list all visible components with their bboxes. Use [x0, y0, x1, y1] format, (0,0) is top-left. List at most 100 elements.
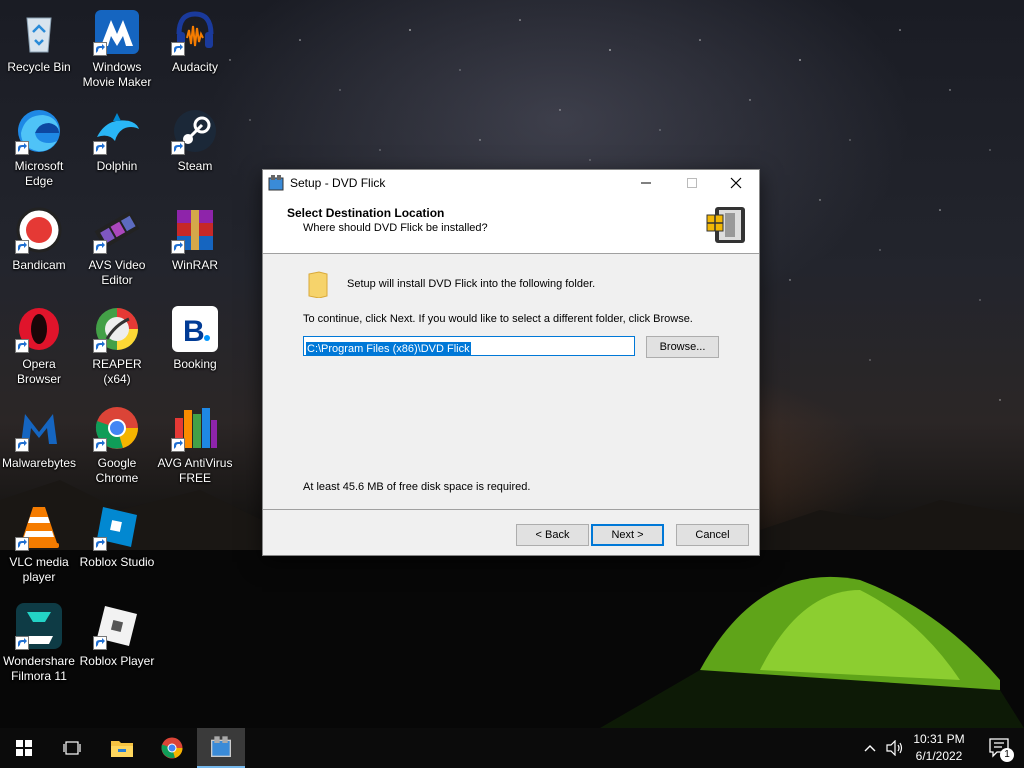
- desktop-icon-reaper[interactable]: REAPER (x64): [78, 301, 156, 397]
- show-hidden-icons-button[interactable]: [858, 728, 882, 768]
- roblox-player-icon: [93, 602, 141, 650]
- desktop-icon-bandicam[interactable]: Bandicam: [0, 202, 78, 298]
- desktop-icon-google-chrome[interactable]: Google Chrome: [78, 400, 156, 496]
- desktop-icon-malwarebytes[interactable]: Malwarebytes: [0, 400, 78, 496]
- svg-text:B: B: [183, 315, 205, 348]
- header-subtitle: Where should DVD Flick be installed?: [303, 222, 488, 234]
- shortcut-arrow-icon: [171, 438, 185, 452]
- start-button[interactable]: [0, 728, 48, 768]
- vlc-icon: [15, 503, 63, 551]
- minimize-button[interactable]: [623, 170, 669, 196]
- shortcut-arrow-icon: [93, 636, 107, 650]
- taskbar-file-explorer[interactable]: [98, 728, 146, 768]
- minimize-icon: [641, 182, 651, 184]
- notification-badge: 1: [1000, 748, 1014, 762]
- windows-logo-icon: [16, 740, 32, 756]
- shortcut-arrow-icon: [171, 141, 185, 155]
- header-title: Select Destination Location: [287, 206, 445, 220]
- desktop-icon-vlc-media-player[interactable]: VLC media player: [0, 499, 78, 595]
- file-explorer-icon: [111, 741, 133, 757]
- shortcut-arrow-icon: [93, 438, 107, 452]
- maximize-icon: [687, 178, 697, 188]
- back-button[interactable]: < Back: [516, 524, 589, 546]
- shortcut-arrow-icon: [93, 537, 107, 551]
- browse-button[interactable]: Browse...: [646, 336, 719, 358]
- install-folder-text: Setup will install DVD Flick into the fo…: [347, 278, 596, 290]
- malwarebytes-icon: [15, 404, 63, 452]
- desktop-icon-wondershare-filmora[interactable]: Wondershare Filmora 11: [0, 598, 78, 694]
- disk-space-text: At least 45.6 MB of free disk space is r…: [303, 481, 531, 493]
- audacity-icon: [171, 8, 219, 56]
- avs-video-editor-icon: [93, 206, 141, 254]
- taskbar-chrome[interactable]: [148, 728, 196, 768]
- setup-dialog: Setup - DVD Flick Select Destination Loc…: [262, 169, 760, 556]
- close-icon: [730, 177, 742, 189]
- shortcut-arrow-icon: [93, 339, 107, 353]
- desktop-icon-booking[interactable]: B Booking: [156, 301, 234, 397]
- task-view-button[interactable]: [48, 728, 96, 768]
- desktop-icon-recycle-bin[interactable]: Recycle Bin: [0, 4, 78, 100]
- roblox-studio-icon: [93, 503, 141, 551]
- edge-icon: [15, 107, 63, 155]
- desktop-icon-avg-antivirus[interactable]: AVG AntiVirus FREE: [156, 400, 234, 496]
- desktop-icon-steam[interactable]: Steam: [156, 103, 234, 199]
- desktop-icon-roblox-studio[interactable]: Roblox Studio: [78, 499, 156, 595]
- movie-maker-icon: [93, 8, 141, 56]
- next-button[interactable]: Next >: [591, 524, 664, 546]
- shortcut-arrow-icon: [15, 141, 29, 155]
- wizard-body: Setup will install DVD Flick into the fo…: [263, 254, 759, 510]
- cancel-button[interactable]: Cancel: [676, 524, 749, 546]
- speaker-icon: [886, 740, 903, 756]
- clock-time[interactable]: 10:31 PM: [908, 732, 970, 746]
- shortcut-arrow-icon: [171, 240, 185, 254]
- dialog-titlebar[interactable]: Setup - DVD Flick: [263, 170, 759, 196]
- folder-icon: [308, 271, 328, 298]
- chevron-up-icon: [864, 745, 876, 752]
- continue-instruction-text: To continue, click Next. If you would li…: [303, 313, 693, 325]
- reaper-icon: [93, 305, 141, 353]
- close-button[interactable]: [713, 170, 759, 196]
- desktop-icon-windows-movie-maker[interactable]: Windows Movie Maker: [78, 4, 156, 100]
- dolphin-icon: [93, 107, 141, 155]
- recycle-bin-icon: [15, 8, 63, 56]
- opera-icon: [15, 305, 63, 353]
- shortcut-arrow-icon: [15, 438, 29, 452]
- filmora-icon: [15, 602, 63, 650]
- setup-app-icon: [211, 736, 231, 757]
- desktop-icon-roblox-player[interactable]: Roblox Player: [78, 598, 156, 694]
- steam-icon: [171, 107, 219, 155]
- shortcut-arrow-icon: [93, 141, 107, 155]
- avg-antivirus-icon: [171, 404, 219, 452]
- notification-center-button[interactable]: 1: [976, 728, 1024, 768]
- clock-date[interactable]: 6/1/2022: [908, 749, 970, 763]
- shortcut-arrow-icon: [15, 537, 29, 551]
- winrar-icon: [171, 206, 219, 254]
- wizard-footer: < Back Next > Cancel: [263, 509, 759, 555]
- maximize-button[interactable]: [669, 170, 715, 196]
- shortcut-arrow-icon: [15, 636, 29, 650]
- booking-icon: B: [171, 305, 219, 353]
- desktop-icon-winrar[interactable]: WinRAR: [156, 202, 234, 298]
- desktop-icon-opera-browser[interactable]: Opera Browser: [0, 301, 78, 397]
- desktop-icon-microsoft-edge[interactable]: Microsoft Edge: [0, 103, 78, 199]
- chrome-icon: [93, 404, 141, 452]
- destination-path-value: C:\Program Files (x86)\DVD Flick: [306, 342, 471, 356]
- shortcut-arrow-icon: [93, 42, 107, 56]
- shortcut-arrow-icon: [15, 339, 29, 353]
- desktop-icon-audacity[interactable]: Audacity: [156, 4, 234, 100]
- shortcut-arrow-icon: [93, 240, 107, 254]
- desktop-icon-avs-video-editor[interactable]: AVS Video Editor: [78, 202, 156, 298]
- destination-path-input[interactable]: C:\Program Files (x86)\DVD Flick: [303, 336, 635, 356]
- volume-button[interactable]: [882, 728, 908, 768]
- dvd-flick-icon: [706, 207, 745, 243]
- wizard-header: Select Destination Location Where should…: [263, 196, 759, 254]
- setup-app-icon: [268, 175, 284, 191]
- chrome-icon: [161, 737, 183, 759]
- shortcut-arrow-icon: [15, 240, 29, 254]
- bandicam-icon: [15, 206, 63, 254]
- desktop-icon-dolphin[interactable]: Dolphin: [78, 103, 156, 199]
- taskbar-setup-dvd-flick[interactable]: [197, 728, 245, 768]
- dialog-title: Setup - DVD Flick: [290, 176, 386, 190]
- shortcut-arrow-icon: [171, 42, 185, 56]
- task-view-icon: [63, 741, 81, 755]
